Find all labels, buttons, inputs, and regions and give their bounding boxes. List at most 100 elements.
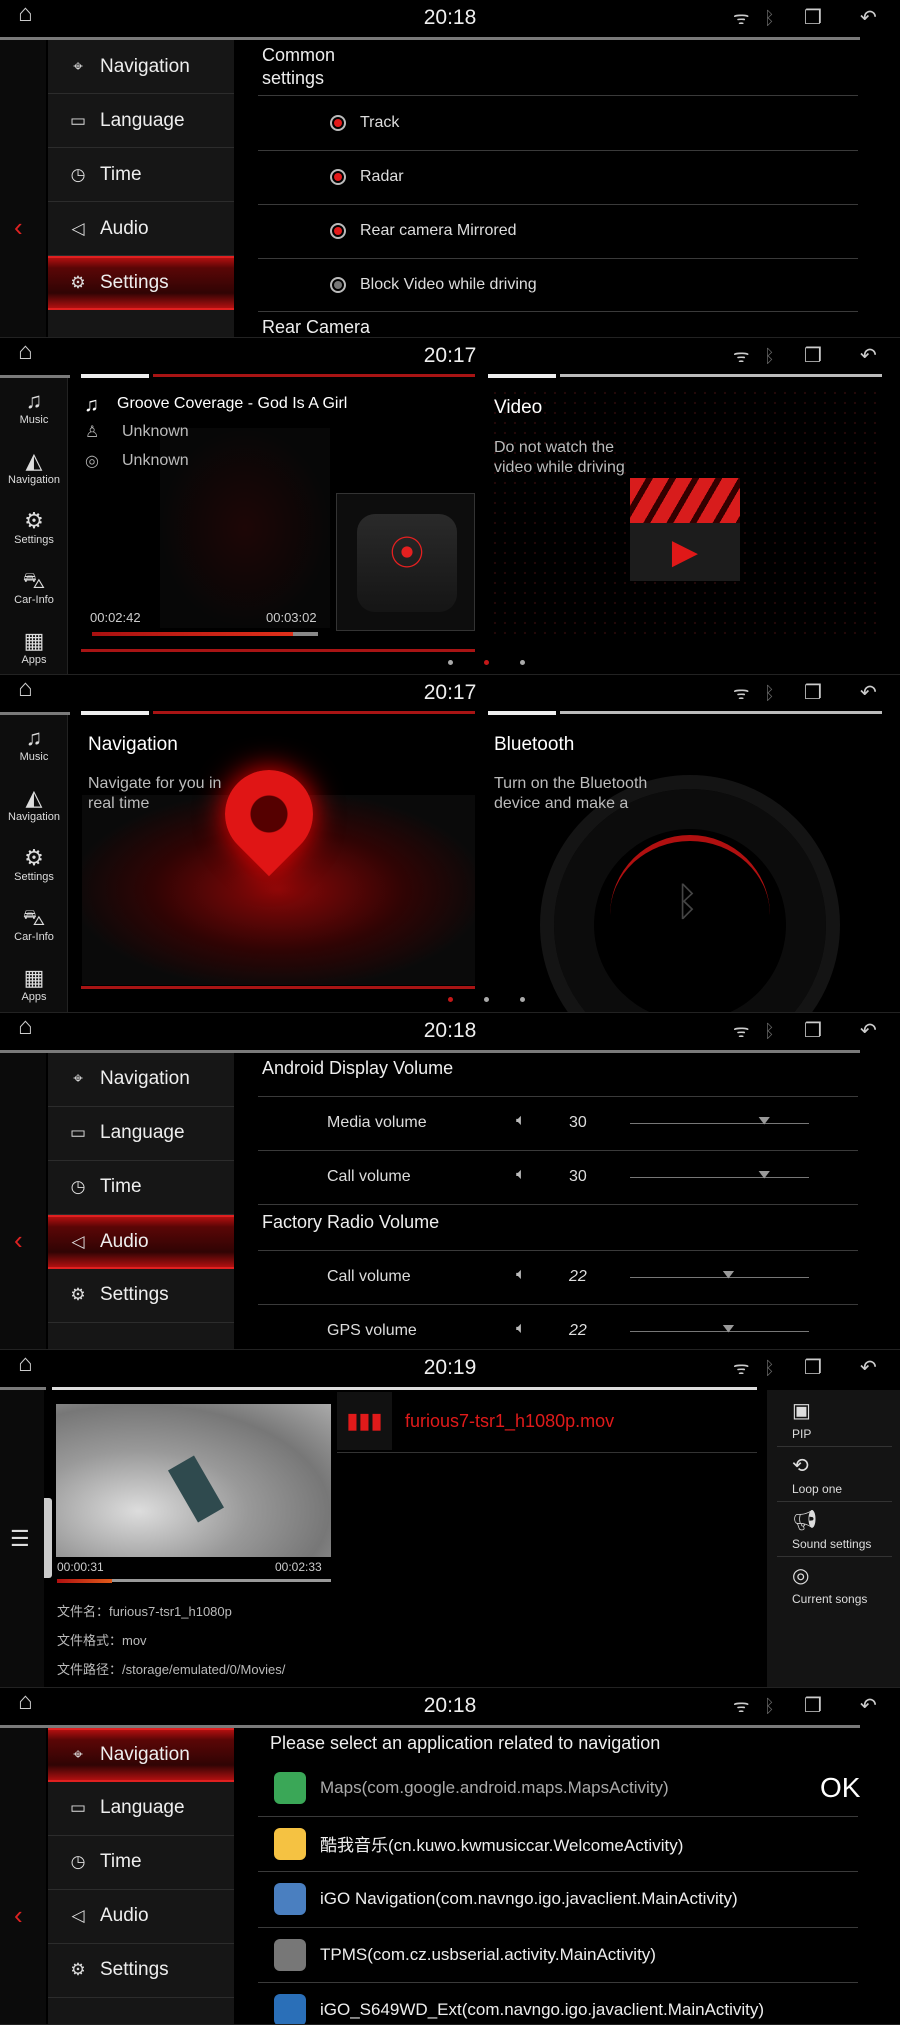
slider-thumb[interactable]: [758, 1116, 771, 1125]
slider-thumb[interactable]: [722, 1324, 735, 1333]
menu-item-settings[interactable]: ⚙ Settings: [48, 1944, 234, 1998]
page-dot[interactable]: [520, 997, 525, 1002]
side-nav-label: Settings: [14, 533, 54, 546]
radio-button[interactable]: [330, 223, 346, 239]
back-icon[interactable]: ↶: [860, 683, 877, 703]
back-strip[interactable]: ‹: [0, 1727, 46, 2025]
back-icon[interactable]: ↶: [860, 1021, 877, 1041]
side-nav-navigation[interactable]: ◭ Navigation: [0, 448, 68, 486]
video-thumbnail[interactable]: [56, 1404, 331, 1557]
progress-bar[interactable]: [57, 1579, 331, 1583]
menu-item-navigation[interactable]: ⌖ Navigation: [48, 40, 234, 94]
app-option[interactable]: Maps(com.google.android.maps.MapsActivit…: [258, 1761, 862, 1816]
slider-thumb[interactable]: [722, 1270, 735, 1279]
recent-apps-icon[interactable]: ❐: [804, 683, 822, 703]
home-icon[interactable]: ⌂: [18, 1352, 33, 1376]
radio-button[interactable]: [330, 277, 346, 293]
volume-slider[interactable]: [630, 1170, 809, 1179]
recent-apps-icon[interactable]: ❐: [804, 8, 822, 28]
option-row[interactable]: Radar: [258, 150, 858, 204]
page-dot[interactable]: [484, 997, 489, 1002]
language-icon: ▭: [69, 1798, 87, 1817]
side-nav-navigation[interactable]: ◭ Navigation: [0, 785, 68, 823]
card-bar: [153, 373, 475, 377]
slider-thumb[interactable]: [758, 1170, 771, 1179]
video-warning-line2: video while driving: [494, 458, 625, 476]
card-bar-accent: [81, 711, 149, 715]
home-icon[interactable]: ⌂: [18, 339, 33, 363]
home-icon[interactable]: ⌂: [18, 2, 33, 26]
action-current-songs[interactable]: ◎ Current songs: [792, 1563, 900, 1606]
app-option[interactable]: iGO_S649WD_Ext(com.navngo.igo.javaclient…: [258, 1983, 862, 2025]
home-icon[interactable]: ⌂: [18, 677, 33, 701]
side-nav-settings[interactable]: ⚙ Settings: [0, 508, 68, 546]
menu-item-time[interactable]: ◷ Time: [48, 148, 234, 202]
recent-apps-icon[interactable]: ❐: [804, 1021, 822, 1041]
menu-item-settings[interactable]: ⚙ Settings: [48, 1269, 234, 1323]
menu-item-audio[interactable]: ◁ Audio: [48, 1890, 234, 1944]
menu-item-navigation[interactable]: ⌖ Navigation: [48, 1727, 234, 1782]
volume-slider[interactable]: [630, 1324, 809, 1333]
side-nav-car-info[interactable]: ⛍ Car-Info: [0, 905, 68, 943]
back-strip[interactable]: ‹: [0, 1052, 46, 1350]
menu-item-time[interactable]: ◷ Time: [48, 1836, 234, 1890]
volume-slider[interactable]: [630, 1270, 809, 1279]
chevron-left-icon[interactable]: ‹: [14, 212, 23, 243]
page-dot[interactable]: [520, 659, 525, 665]
menu-item-navigation[interactable]: ⌖ Navigation: [48, 1053, 234, 1107]
menu-item-audio[interactable]: ◁ Audio: [48, 1214, 234, 1269]
side-nav-car-info[interactable]: ⛍ Car-Info: [0, 568, 68, 606]
page-dot[interactable]: [448, 659, 453, 665]
app-option[interactable]: iGO Navigation(com.navngo.igo.javaclient…: [258, 1872, 862, 1927]
side-nav-apps[interactable]: ▦ Apps: [0, 628, 68, 666]
radio-button[interactable]: [330, 169, 346, 185]
radio-button[interactable]: [330, 115, 346, 131]
option-row[interactable]: Rear camera Mirrored: [258, 204, 858, 258]
menu-item-language[interactable]: ▭ Language: [48, 1107, 234, 1161]
recent-apps-icon[interactable]: ❐: [804, 346, 822, 366]
home-icon[interactable]: ⌂: [18, 1014, 33, 1038]
back-icon[interactable]: ↶: [860, 8, 877, 28]
album-art[interactable]: ⦿: [336, 492, 475, 631]
side-nav-settings[interactable]: ⚙ Settings: [0, 845, 68, 883]
recent-apps-icon[interactable]: ❐: [804, 1696, 822, 1716]
recent-apps-icon[interactable]: ❐: [804, 1358, 822, 1378]
playing-file-name[interactable]: furious7-tsr1_h1080p.mov: [405, 1411, 614, 1432]
menu-item-time[interactable]: ◷ Time: [48, 1161, 234, 1215]
home-icon[interactable]: ⌂: [18, 1689, 33, 1713]
volume-value: 30: [569, 1167, 587, 1185]
playlist-strip[interactable]: ☰: [0, 1390, 44, 1687]
chevron-left-icon[interactable]: ‹: [14, 1225, 23, 1256]
menu-item-language[interactable]: ▭ Language: [48, 1782, 234, 1836]
clapperboard-icon: ▶: [630, 477, 740, 583]
app-option[interactable]: TPMS(com.cz.usbserial.activity.MainActiv…: [258, 1927, 862, 1982]
progress-bar[interactable]: [92, 631, 318, 636]
back-icon[interactable]: ↶: [860, 346, 877, 366]
action-loop-one[interactable]: ⟲ Loop one: [792, 1453, 900, 1496]
playlist-icon[interactable]: ☰: [10, 1526, 30, 1552]
menu-item-audio[interactable]: ◁ Audio: [48, 202, 234, 256]
menu-item-language[interactable]: ▭ Language: [48, 94, 234, 148]
side-nav-music[interactable]: ♫ Music: [0, 725, 68, 763]
page-dot[interactable]: [484, 659, 489, 665]
side-nav: ♫ Music ◭ Navigation ⚙ Settings ⛍ Car-Info ▦ Apps: [0, 377, 68, 675]
album-art-glyph: ⦿: [357, 513, 457, 612]
option-row[interactable]: Track: [258, 96, 858, 150]
page-dot[interactable]: [448, 997, 453, 1002]
back-strip[interactable]: ‹: [0, 40, 46, 337]
side-nav-music[interactable]: ♫ Music: [0, 388, 68, 426]
ok-button[interactable]: OK: [820, 1772, 860, 1804]
option-row[interactable]: Block Video while driving: [258, 258, 858, 312]
menu-item-settings[interactable]: ⚙ Settings: [48, 256, 234, 310]
app-option[interactable]: 酷我音乐(cn.kuwo.kwmusiccar.WelcomeActivity): [258, 1816, 862, 1871]
volume-slider[interactable]: [630, 1116, 809, 1125]
side-nav-apps[interactable]: ▦ Apps: [0, 965, 68, 1003]
action-sound-settings[interactable]: 📢︎ Sound settings: [792, 1508, 900, 1551]
back-icon[interactable]: ↶: [860, 1696, 877, 1716]
back-icon[interactable]: ↶: [860, 1358, 877, 1378]
action-pip[interactable]: ▣ PIP: [792, 1398, 900, 1441]
wifi-icon: ᯤ: [733, 1020, 750, 1041]
drawer-handle[interactable]: [44, 1498, 52, 1578]
chevron-left-icon[interactable]: ‹: [14, 1900, 23, 1931]
app-label: iGO_S649WD_Ext(com.navngo.igo.javaclient…: [320, 2000, 765, 2019]
